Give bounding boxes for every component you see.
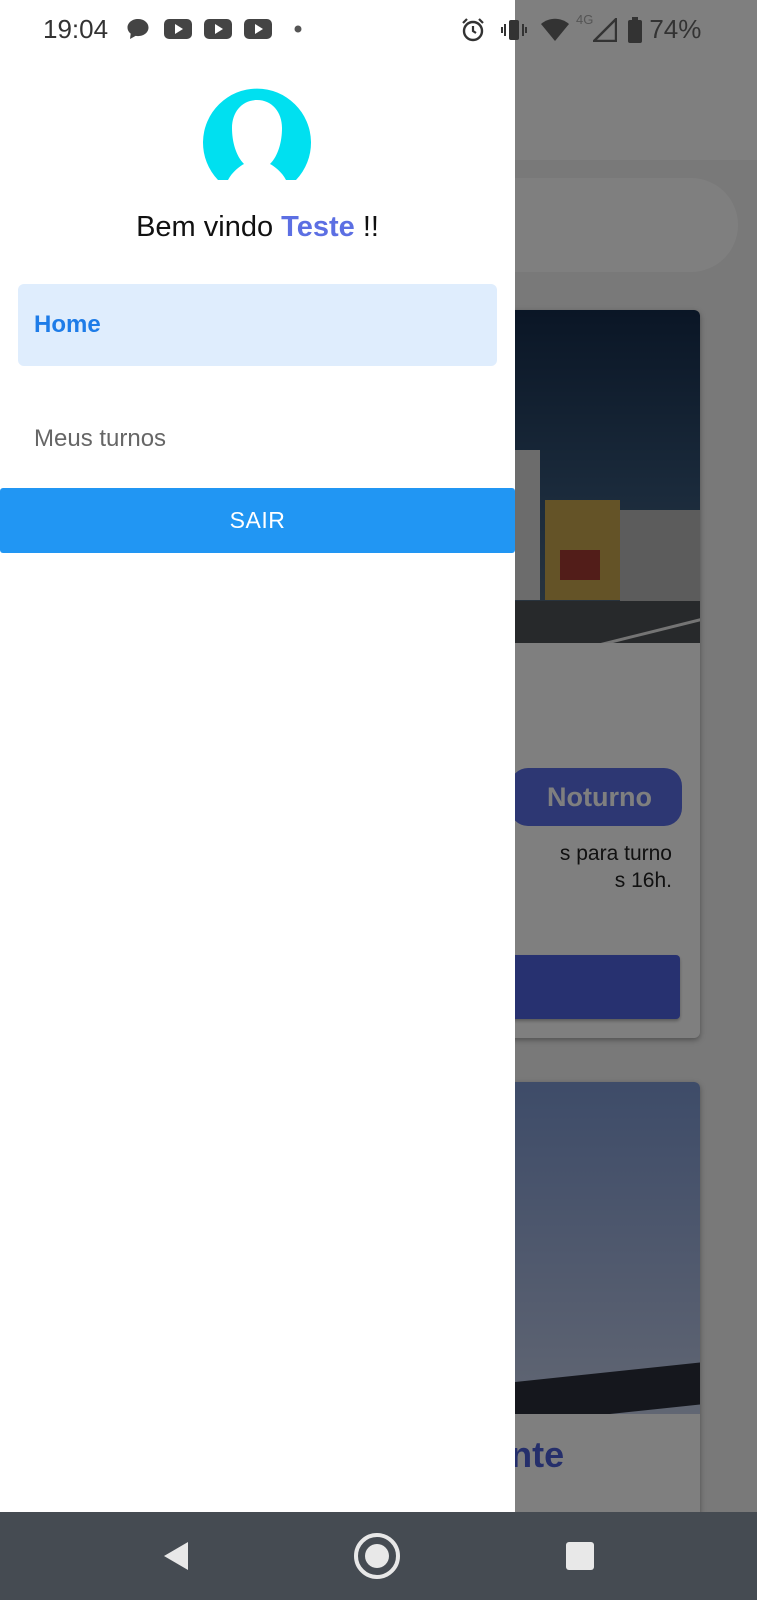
notification-icons — [126, 18, 302, 40]
dot-icon — [294, 25, 302, 33]
wifi-icon — [541, 18, 569, 41]
welcome-prefix: Bem vindo — [136, 211, 274, 243]
welcome-message: Bem vindo Teste !! — [0, 211, 515, 244]
app-screen: a Noturno s para turno s 16h. ascente 19… — [0, 0, 757, 1600]
menu-item-meus-turnos[interactable]: Meus turnos — [18, 398, 497, 480]
youtube-icon — [244, 19, 272, 39]
vibrate-icon — [501, 19, 527, 40]
youtube-icon — [204, 19, 232, 39]
system-status-icons: 4G 74% — [460, 12, 702, 45]
recent-apps-icon[interactable] — [556, 1532, 604, 1580]
navigation-drawer: 19:04 Bem vindo Teste !! Home Meus turno… — [0, 0, 515, 1512]
battery-icon — [628, 16, 643, 43]
signal-icon — [593, 17, 618, 42]
status-bar: 19:04 — [0, 0, 515, 58]
battery-percentage: 74% — [649, 14, 702, 44]
menu-item-label: Home — [34, 311, 101, 338]
chat-bubble-icon — [127, 19, 149, 39]
network-type-label: 4G — [576, 12, 594, 27]
welcome-suffix: !! — [362, 211, 379, 243]
menu-item-label: Meus turnos — [34, 425, 167, 452]
back-icon[interactable] — [152, 1532, 200, 1580]
username: Teste — [281, 211, 355, 243]
home-icon[interactable] — [353, 1532, 401, 1580]
youtube-icon — [164, 19, 192, 39]
user-avatar-icon — [203, 88, 311, 180]
menu-item-home[interactable]: Home — [18, 284, 497, 366]
alarm-icon — [462, 17, 484, 41]
logout-button[interactable]: SAIR — [0, 488, 515, 553]
system-navigation-bar — [0, 1512, 757, 1600]
status-time: 19:04 — [43, 14, 109, 44]
